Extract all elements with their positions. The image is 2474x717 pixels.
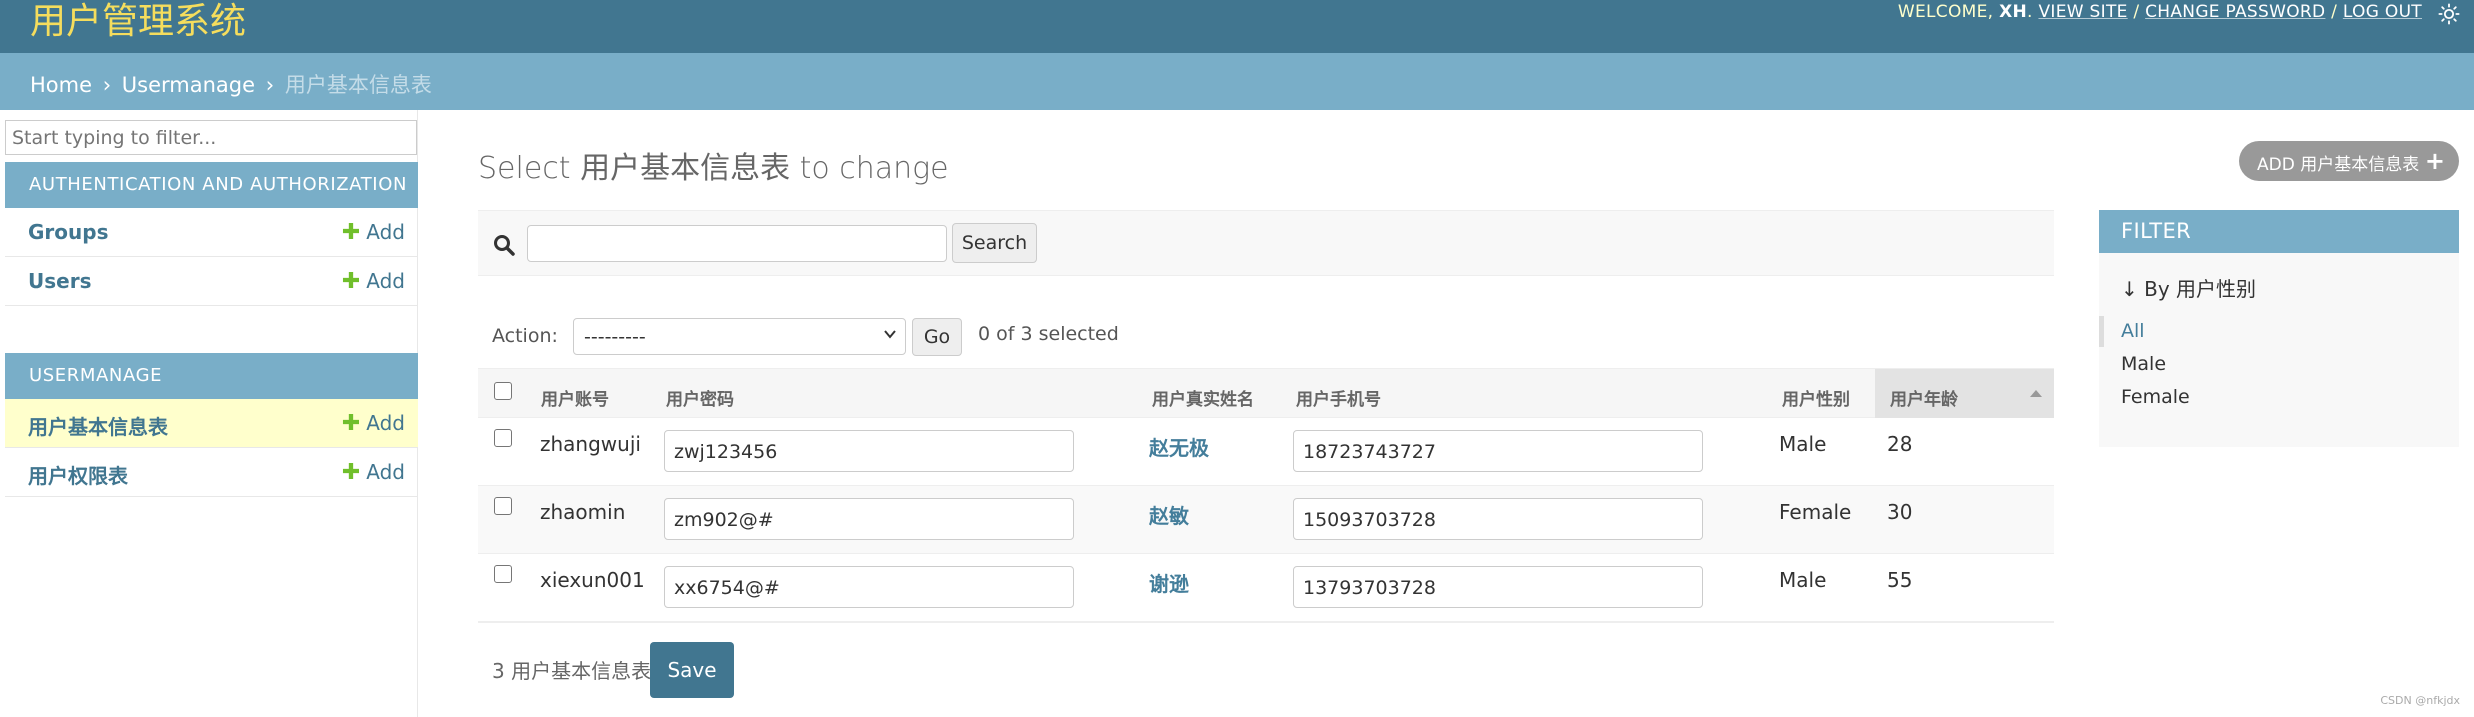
select-all-checkbox[interactable] [494,382,512,400]
filter-option-male[interactable]: Male [2121,353,2166,375]
breadcrumb-home[interactable]: Home [30,73,92,97]
row-checkbox[interactable] [494,497,512,515]
cell-age: 30 [1887,500,1913,524]
password-input[interactable]: zm902@# [664,498,1074,540]
result-count: 3 用户基本信息表 [492,659,652,683]
log-out-link[interactable]: LOG OUT [2343,2,2422,22]
app-caption-usermanage[interactable]: USERMANAGE [5,353,418,399]
sidebar-item-groups[interactable]: Groups ✚ Add [5,208,418,257]
change-password-link[interactable]: CHANGE PASSWORD [2145,2,2325,22]
table-row: zhaomin zm902@# 赵敏 15093703728 Female 30 [478,486,2054,554]
plus-icon: ✚ [341,460,361,485]
filter-option-female[interactable]: Female [2121,386,2190,408]
add-link[interactable]: ✚ Add [342,269,405,294]
sun-icon[interactable] [2438,3,2460,25]
paginator: 3 用户基本信息表 Save [478,622,2054,714]
breadcrumb-separator: › [265,73,275,97]
nav-filter-input[interactable] [5,120,417,155]
view-site-link[interactable]: VIEW SITE [2038,2,2127,22]
cell-age: 55 [1887,568,1913,592]
cell-gender: Male [1779,568,1827,592]
cell-gender: Female [1779,500,1852,524]
column-header-phone[interactable]: 用户手机号 [1296,385,1381,410]
row-checkbox[interactable] [494,565,512,583]
save-button[interactable]: Save [650,642,734,698]
cell-account: zhangwuji [540,432,641,456]
add-link[interactable]: ✚ Add [342,220,405,245]
plus-icon: ✚ [341,220,361,245]
table-row: xiexun001 xx6754@# 谢逊 13793703728 Male 5… [478,554,2054,622]
password-input[interactable]: zwj123456 [664,430,1074,472]
search-button[interactable]: Search [952,223,1037,263]
nav-sidebar: AUTHENTICATION AND AUTHORIZATION Groups … [0,110,418,717]
breadcrumb: Home › Usermanage › 用户基本信息表 [0,53,2474,110]
plus-icon: + [2424,147,2445,175]
selection-counter: 0 of 3 selected [978,323,1119,345]
cell-age: 28 [1887,432,1913,456]
table-row: zhangwuji zwj123456 赵无极 18723743727 Male… [478,418,2054,486]
breadcrumb-current: 用户基本信息表 [284,73,432,97]
table-header-row: 用户账号 用户密码 用户真实姓名 用户手机号 用户性别 用户年龄 [478,368,2054,418]
add-object-button[interactable]: ADD 用户基本信息表 + [2239,141,2459,181]
breadcrumb-separator: › [102,73,112,97]
sort-ascending-icon[interactable] [2030,390,2042,397]
real-name-link[interactable]: 赵敏 [1149,500,1189,529]
app-caption-auth[interactable]: AUTHENTICATION AND AUTHORIZATION [5,162,418,208]
row-checkbox[interactable] [494,429,512,447]
sidebar-item-label[interactable]: 用户基本信息表 [28,411,168,440]
add-link[interactable]: ✚ Add [342,411,405,436]
watermark: CSDN @nfkjdx [2380,694,2460,707]
plus-icon: ✚ [341,411,361,436]
go-button[interactable]: Go [912,318,962,356]
column-header-real-name[interactable]: 用户真实姓名 [1152,385,1254,410]
real-name-link[interactable]: 谢逊 [1149,568,1189,597]
plus-icon: ✚ [341,269,361,294]
sidebar-item-label[interactable]: Groups [28,220,108,244]
site-branding[interactable]: 用户管理系统 [30,0,246,44]
add-link[interactable]: ✚ Add [342,460,405,485]
cell-account: xiexun001 [540,568,645,592]
phone-input[interactable]: 18723743727 [1293,430,1703,472]
welcome-text: WELCOME, [1897,2,2000,22]
filter-heading: ↓ By 用户性别 [2121,277,2257,301]
breadcrumb-app[interactable]: Usermanage [122,73,255,97]
action-label: Action: [492,325,558,347]
column-header-account[interactable]: 用户账号 [541,385,609,410]
column-header-password[interactable]: 用户密码 [666,385,734,410]
chevron-down-icon [884,330,896,339]
search-toolbar: Search [478,210,2054,276]
selected-indicator [2099,316,2104,347]
sidebar-item-user-permissions[interactable]: 用户权限表 ✚ Add [5,448,418,497]
username: XH [1999,2,2028,22]
cell-gender: Male [1779,432,1827,456]
user-tools: WELCOME, XH. VIEW SITE / CHANGE PASSWORD… [1897,2,2422,22]
password-input[interactable]: xx6754@# [664,566,1074,608]
sidebar-item-label[interactable]: Users [28,269,91,293]
actions-bar: Action: --------- Go 0 of 3 selected [478,310,2054,370]
search-input[interactable] [527,225,947,262]
search-icon [494,235,515,256]
column-header-age[interactable]: 用户年龄 [1890,385,1958,410]
action-select[interactable]: --------- [573,318,906,355]
page-title: Select 用户基本信息表 to change [478,151,949,186]
column-header-gender[interactable]: 用户性别 [1782,385,1850,410]
cell-account: zhaomin [540,500,626,524]
sidebar-item-users[interactable]: Users ✚ Add [5,257,418,306]
phone-input[interactable]: 13793703728 [1293,566,1703,608]
filter-option-all[interactable]: All [2121,320,2145,342]
phone-input[interactable]: 15093703728 [1293,498,1703,540]
header: 用户管理系统 WELCOME, XH. VIEW SITE / CHANGE P… [0,0,2474,53]
sidebar-item-user-info[interactable]: 用户基本信息表 ✚ Add [5,399,418,448]
real-name-link[interactable]: 赵无极 [1149,432,1209,461]
sidebar-item-label[interactable]: 用户权限表 [28,460,128,489]
changelist-filter: FILTER ↓ By 用户性别 All Male Female [2099,210,2459,447]
filter-title: FILTER [2099,210,2459,253]
